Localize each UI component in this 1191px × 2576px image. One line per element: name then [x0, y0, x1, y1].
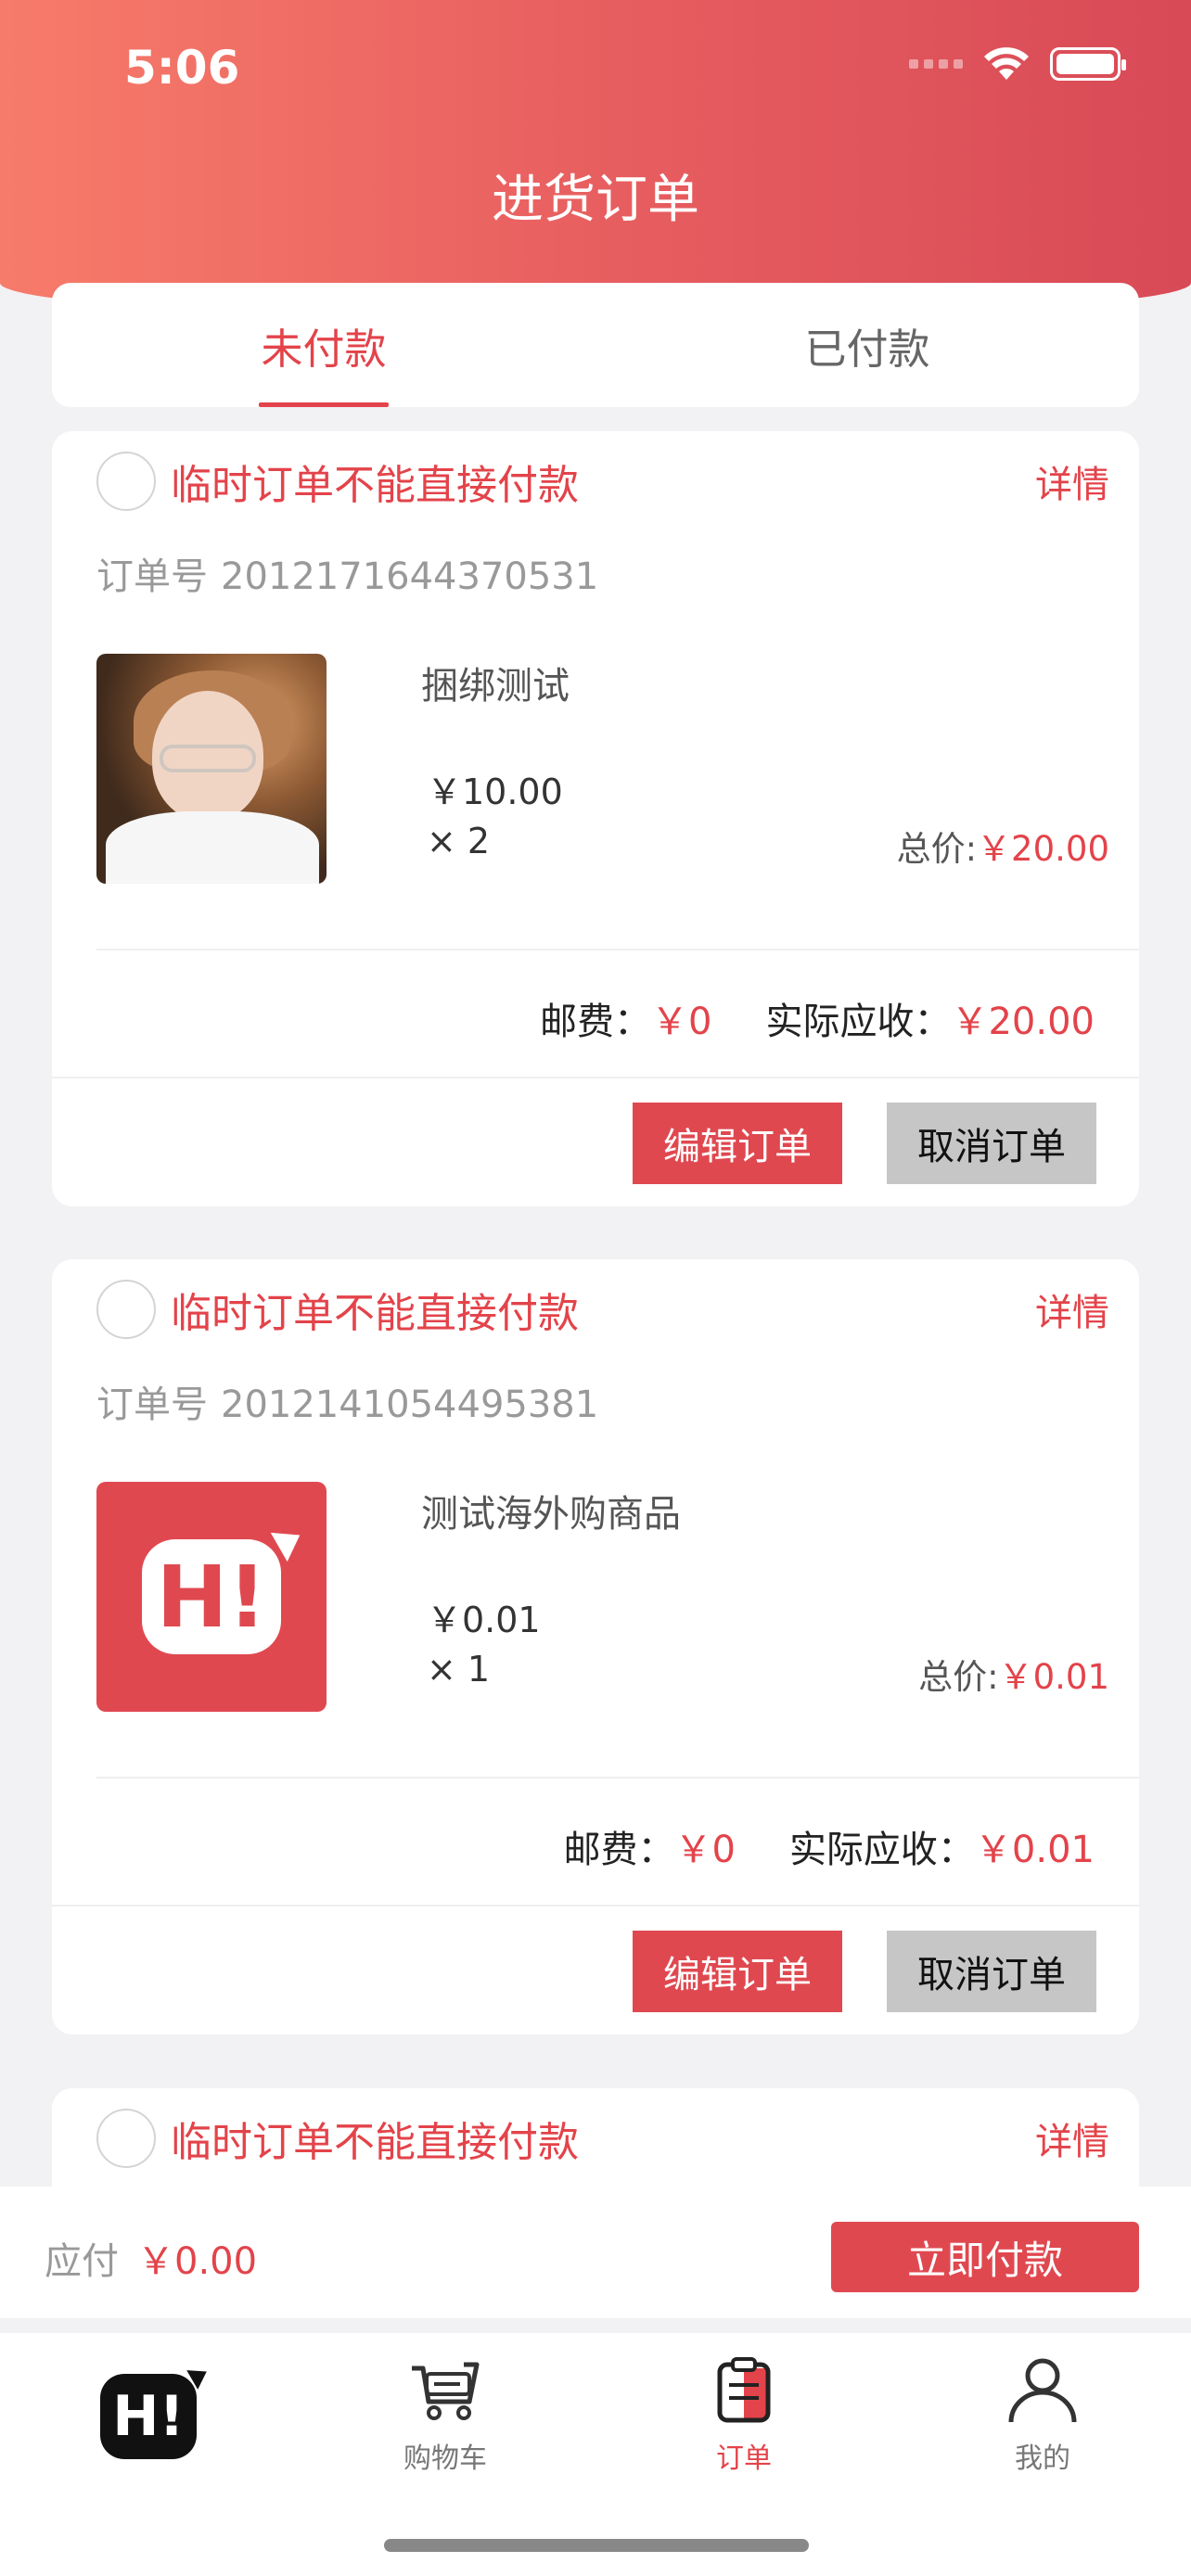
product-image[interactable]	[96, 654, 327, 884]
divider	[96, 1777, 1139, 1779]
tab-paid[interactable]: 已付款	[596, 283, 1139, 407]
product-quantity: × 2	[427, 821, 491, 861]
cancel-order-button[interactable]: 取消订单	[887, 1931, 1096, 2012]
divider	[52, 1905, 1139, 1906]
order-number-label: 订单号	[96, 1384, 208, 1426]
order-number: 订单号 2012141054495381	[96, 1374, 598, 1428]
shipping-label: 邮费：	[563, 1829, 675, 1871]
tab-profile-label: 我的	[1015, 2442, 1070, 2475]
edit-order-button[interactable]: 编辑订单	[633, 1103, 842, 1184]
shipping-label: 邮费：	[540, 1001, 652, 1043]
product-price: ￥0.01	[427, 1600, 541, 1640]
product-name: 测试海外购商品	[421, 1493, 681, 1536]
status-icons	[909, 46, 1126, 82]
order-warning: 临时订单不能直接付款	[171, 462, 579, 509]
tab-orders-label: 订单	[716, 2442, 772, 2475]
home-indicator	[384, 2539, 809, 2552]
order-number: 订单号 2012171644370531	[96, 546, 598, 600]
product-price: ￥10.00	[427, 772, 563, 812]
product-quantity: × 1	[427, 1649, 491, 1690]
order-number-value: 2012171644370531	[221, 555, 599, 598]
tab-home[interactable]: H!	[56, 2355, 241, 2459]
order-card-header: 临时订单不能直接付款 详情	[96, 2109, 1109, 2168]
product-name: 捆绑测试	[421, 665, 570, 708]
total-value: ￥20.00	[977, 829, 1109, 869]
divider	[96, 949, 1139, 950]
cancel-order-button[interactable]: 取消订单	[887, 1103, 1096, 1184]
tab-cart-label: 购物车	[403, 2442, 487, 2475]
shipping-value: ￥0	[674, 1829, 736, 1871]
order-card-header: 临时订单不能直接付款 详情	[96, 1280, 1109, 1339]
home-logo-icon: H!	[100, 2374, 197, 2459]
receivable-label: 实际应收：	[765, 1001, 952, 1043]
cart-icon	[412, 2362, 480, 2420]
status-time: 5:06	[124, 41, 240, 95]
detail-link[interactable]: 详情	[1035, 454, 1109, 508]
total-value: ￥0.01	[998, 1657, 1109, 1697]
detail-link[interactable]: 详情	[1035, 1282, 1109, 1336]
order-number-label: 订单号	[96, 555, 208, 598]
order-card: 临时订单不能直接付款 详情 订单号 2012171644370531 捆绑测试 ￥…	[52, 431, 1139, 1206]
battery-icon	[1050, 47, 1126, 81]
header: 5:06 进货订单	[0, 0, 1191, 320]
divider	[52, 1077, 1139, 1078]
order-number-value: 2012141054495381	[221, 1384, 599, 1426]
shipping-value: ￥0	[651, 1001, 712, 1043]
select-radio[interactable]	[96, 1280, 156, 1339]
pay-now-button[interactable]: 立即付款	[831, 2222, 1139, 2292]
order-warning: 临时订单不能直接付款	[171, 1290, 579, 1337]
total-price: 总价:￥20.00	[897, 821, 1109, 871]
brand-logo: H!	[142, 1539, 281, 1654]
order-icon	[717, 2357, 771, 2423]
order-tabs: 未付款 已付款	[52, 283, 1139, 407]
user-icon	[1008, 2358, 1077, 2423]
order-card-header: 临时订单不能直接付款 详情	[96, 452, 1109, 511]
tab-orders[interactable]: 订单	[651, 2355, 837, 2476]
payable-amount: ￥0.00	[137, 2240, 258, 2283]
receivable-value: ￥20.00	[951, 1001, 1095, 1043]
total-price: 总价:￥0.01	[918, 1649, 1109, 1699]
fee-summary: 邮费：￥0 实际应收：￥0.01	[563, 1819, 1095, 1873]
tab-profile[interactable]: 我的	[950, 2355, 1135, 2476]
payment-bar: 应付 ￥0.00 立即付款	[0, 2187, 1191, 2326]
detail-link[interactable]: 详情	[1035, 2111, 1109, 2165]
receivable-label: 实际应收：	[788, 1829, 975, 1871]
page-title: 进货订单	[492, 170, 699, 230]
tab-unpaid[interactable]: 未付款	[52, 283, 596, 407]
order-card: 临时订单不能直接付款 详情 订单号 2012141054495381 H! 测试海…	[52, 1259, 1139, 2034]
total-label: 总价:	[918, 1657, 999, 1697]
order-warning: 临时订单不能直接付款	[171, 2119, 579, 2166]
fee-summary: 邮费：￥0 实际应收：￥20.00	[540, 991, 1095, 1045]
wifi-icon	[984, 47, 1029, 80]
receivable-value: ￥0.01	[974, 1829, 1095, 1871]
signal-icon	[909, 59, 963, 69]
select-radio[interactable]	[96, 2109, 156, 2168]
product-image[interactable]: H!	[96, 1482, 327, 1712]
total-label: 总价:	[896, 829, 978, 869]
payable-label: 应付	[45, 2240, 119, 2283]
edit-order-button[interactable]: 编辑订单	[633, 1931, 842, 2012]
tab-cart[interactable]: 购物车	[352, 2355, 538, 2476]
select-radio[interactable]	[96, 452, 156, 511]
